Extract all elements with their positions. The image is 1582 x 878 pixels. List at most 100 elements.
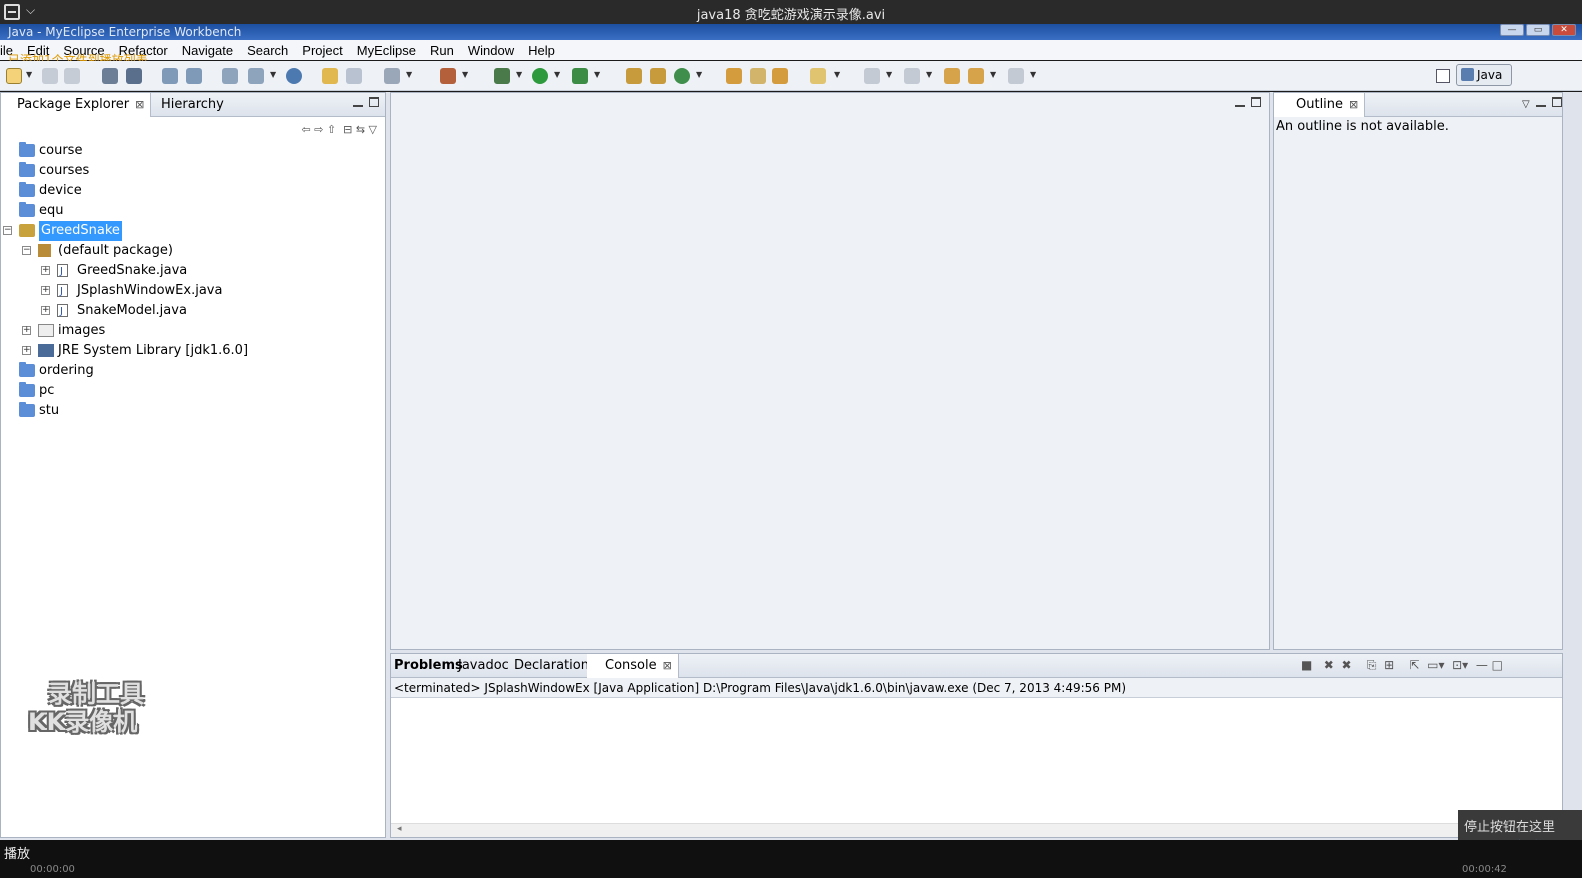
new-icon[interactable] (6, 68, 22, 84)
refresh-icon[interactable] (346, 68, 362, 84)
tab-console[interactable]: Console ⊠ (587, 654, 679, 678)
search-icon[interactable] (186, 68, 202, 84)
save-icon[interactable] (42, 68, 58, 84)
tree-item[interactable]: + JSplashWindowEx.java (1, 281, 385, 302)
folder-icon[interactable] (810, 68, 826, 84)
clear-console-icon[interactable]: ⎘ (1367, 658, 1377, 672)
menu-project[interactable]: Project (295, 43, 349, 58)
last-edit-icon[interactable] (944, 68, 960, 84)
scroll-lock-icon[interactable]: ⊞ (1384, 658, 1394, 672)
menu-window[interactable]: Window (461, 43, 521, 58)
close-icon[interactable]: ⊠ (1349, 98, 1358, 111)
tree-item[interactable]: equ (1, 201, 385, 221)
new-package-icon[interactable] (626, 68, 642, 84)
debug-icon[interactable] (494, 68, 510, 84)
back-icon[interactable]: ⇦ (301, 123, 310, 136)
tab-hierarchy[interactable]: Hierarchy (155, 93, 230, 117)
forward-icon[interactable] (1008, 68, 1024, 84)
tree-item[interactable]: + SnakeModel.java (1, 301, 385, 322)
menu-myeclipse[interactable]: MyEclipse (350, 43, 423, 58)
tree-item[interactable]: courses (1, 161, 385, 181)
camera-icon[interactable] (384, 68, 400, 84)
tab-package-explorer[interactable]: Package Explorer ⊠ (1, 93, 152, 117)
chevron-down-icon[interactable]: ▼ (926, 70, 932, 79)
back-icon[interactable] (968, 68, 984, 84)
tree-item[interactable]: + JRE System Library [jdk1.6.0] (1, 341, 385, 361)
tree-item[interactable]: course (1, 141, 385, 161)
pin-console-icon[interactable]: ⇱ (1409, 658, 1419, 672)
minimize-icon[interactable] (353, 101, 363, 107)
open-task-icon[interactable] (772, 68, 788, 84)
tree-item[interactable]: stu (1, 401, 385, 421)
expand-icon[interactable]: + (41, 306, 50, 315)
collapse-icon[interactable]: − (3, 226, 12, 235)
menu-search[interactable]: Search (240, 43, 295, 58)
build-icon[interactable] (102, 68, 118, 84)
terminate-icon[interactable]: ■ (1301, 658, 1312, 672)
wizard-icon[interactable] (222, 68, 238, 84)
tree-item[interactable]: − (default package) (1, 241, 385, 261)
java-perspective-button[interactable]: Java (1456, 64, 1512, 86)
close-icon[interactable]: ⊠ (663, 659, 672, 672)
tool-icon[interactable] (440, 68, 456, 84)
remove-all-icon[interactable]: ✖ (1342, 658, 1352, 672)
chevron-down-icon[interactable]: ▼ (462, 70, 468, 79)
maximize-icon[interactable]: □ (1492, 658, 1503, 672)
menu-help[interactable]: Help (521, 43, 562, 58)
chevron-down-icon[interactable]: ▼ (406, 70, 412, 79)
view-menu-icon[interactable]: ▽ (369, 123, 377, 136)
collapse-icon[interactable]: − (22, 246, 31, 255)
tree-item[interactable]: ordering (1, 361, 385, 381)
expand-icon[interactable]: + (22, 346, 31, 355)
link-with-editor-icon[interactable]: ⇆ (356, 123, 365, 136)
server-icon[interactable] (162, 68, 178, 84)
expand-icon[interactable]: + (22, 326, 31, 335)
new-type-icon[interactable] (674, 68, 690, 84)
maximize-icon[interactable] (1251, 97, 1261, 107)
display-console-icon[interactable]: ▭▾ (1427, 658, 1444, 672)
maximize-icon[interactable] (369, 97, 379, 107)
tree-item[interactable]: pc (1, 381, 385, 401)
menu-navigate[interactable]: Navigate (175, 43, 240, 58)
chevron-down-icon[interactable]: ▼ (990, 70, 996, 79)
external-tools-icon[interactable] (572, 68, 588, 84)
up-icon[interactable]: ⇧ (327, 123, 336, 136)
menu-run[interactable]: Run (423, 43, 461, 58)
next-annotation-icon[interactable] (864, 68, 880, 84)
tab-javadoc[interactable]: Javadoc (455, 654, 512, 678)
chevron-down-icon[interactable]: ▼ (516, 70, 522, 79)
remove-launch-icon[interactable]: ✖ (1324, 658, 1334, 672)
close-button[interactable]: ✕ (1552, 24, 1576, 36)
minimize-icon[interactable] (1235, 101, 1245, 107)
collapse-all-icon[interactable]: ⊟ (343, 123, 352, 136)
close-icon[interactable]: ⊠ (135, 98, 144, 111)
chevron-down-icon[interactable]: ▼ (886, 70, 892, 79)
minimize-button[interactable]: — (1500, 24, 1524, 36)
open-folder-icon[interactable] (322, 68, 338, 84)
open-perspective-icon[interactable] (1436, 69, 1450, 83)
chevron-down-icon[interactable]: ▼ (696, 70, 702, 79)
tree-item[interactable]: + GreedSnake.java (1, 261, 385, 282)
tab-problems[interactable]: Problems (391, 654, 465, 678)
globe-icon[interactable] (286, 68, 302, 84)
expand-icon[interactable]: + (41, 286, 50, 295)
maximize-button[interactable]: ▭ (1526, 24, 1550, 36)
pencil-icon[interactable] (750, 68, 766, 84)
maximize-icon[interactable] (1551, 97, 1562, 107)
chevron-down-icon[interactable]: ▼ (26, 70, 32, 79)
tree-item[interactable]: + images (1, 321, 385, 341)
print-icon[interactable] (64, 68, 80, 84)
export-icon[interactable] (248, 68, 264, 84)
tree-item[interactable]: − GreedSnake (1, 221, 385, 241)
tree-item[interactable]: device (1, 181, 385, 201)
expand-icon[interactable]: + (41, 266, 50, 275)
chevron-down-icon[interactable]: ▼ (594, 70, 600, 79)
tab-declaration[interactable]: Declaration (511, 654, 592, 678)
forward-icon[interactable]: ⇨ (314, 123, 323, 136)
open-console-icon[interactable]: ⊡▾ (1452, 658, 1468, 672)
chevron-down-icon[interactable]: ▼ (1030, 70, 1036, 79)
chevron-down-icon[interactable]: ▼ (554, 70, 560, 79)
chevron-down-icon[interactable]: ▼ (834, 70, 840, 79)
console-scrollbar[interactable]: ◂ (391, 823, 1562, 837)
run-icon[interactable] (532, 68, 548, 84)
